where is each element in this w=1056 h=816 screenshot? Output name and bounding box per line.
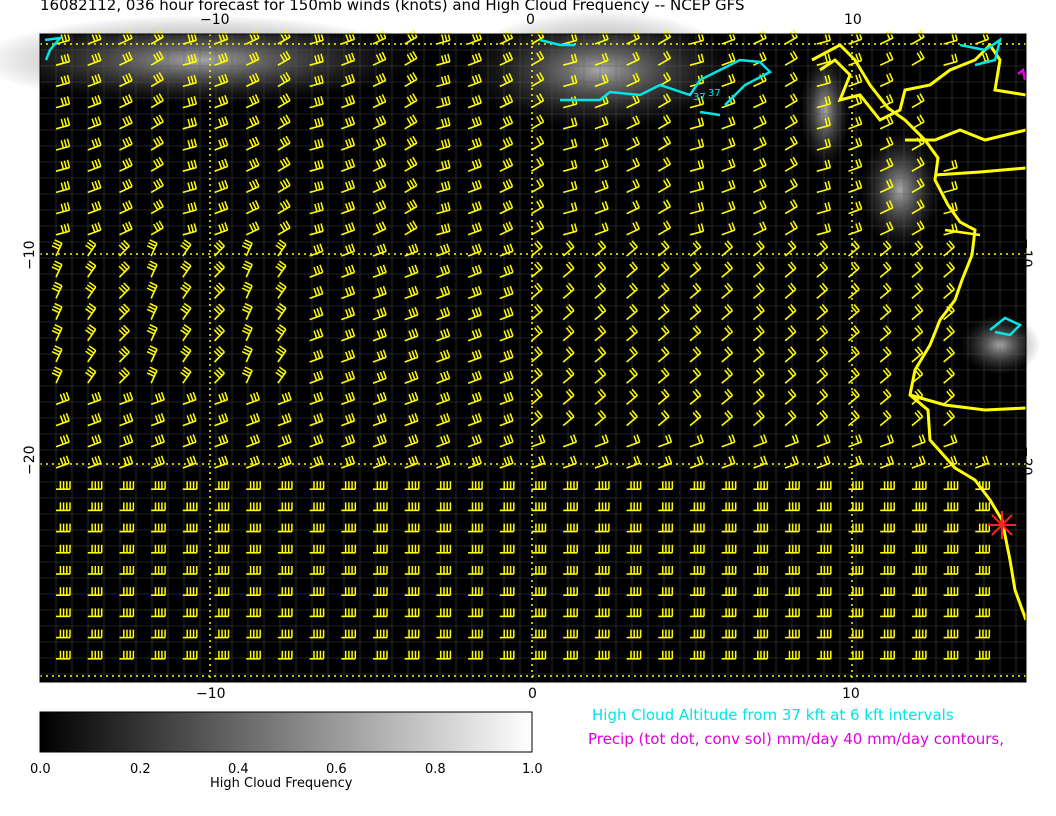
lon-tick-bottom: −10: [196, 686, 226, 702]
cloud-altitude-note: High Cloud Altitude from 37 kft at 6 kft…: [592, 706, 954, 724]
precip-note: Precip (tot dot, conv sol) mm/day 40 mm/…: [588, 730, 1004, 748]
lon-tick-bottom: 10: [842, 686, 860, 702]
lat-tick-left: −20: [22, 445, 38, 475]
colorbar-tick: 0.4: [228, 762, 249, 777]
lat-tick-left: −10: [22, 240, 38, 270]
lon-tick-top: 0: [526, 12, 535, 28]
red-star-icon: [988, 511, 1016, 539]
colorbar-tick: 0.2: [130, 762, 151, 777]
colorbar-tick: 0.6: [326, 762, 347, 777]
colorbar: [39, 711, 533, 753]
colorbar-tick: 0.0: [30, 762, 51, 777]
colorbar-tick: 0.8: [425, 762, 446, 777]
contour-label: 37: [708, 88, 721, 99]
colorbar-label: High Cloud Frequency: [210, 776, 353, 791]
lon-tick-top: 10: [844, 12, 862, 28]
lon-tick-top: −10: [200, 12, 230, 28]
lat-tick-right: −10: [1018, 238, 1034, 268]
colorbar-tick: 1.0: [522, 762, 543, 777]
lat-tick-right: −20: [1018, 446, 1034, 476]
contour-label: 37: [693, 92, 706, 103]
lon-tick-bottom: 0: [528, 686, 537, 702]
map-background: [40, 34, 1026, 682]
